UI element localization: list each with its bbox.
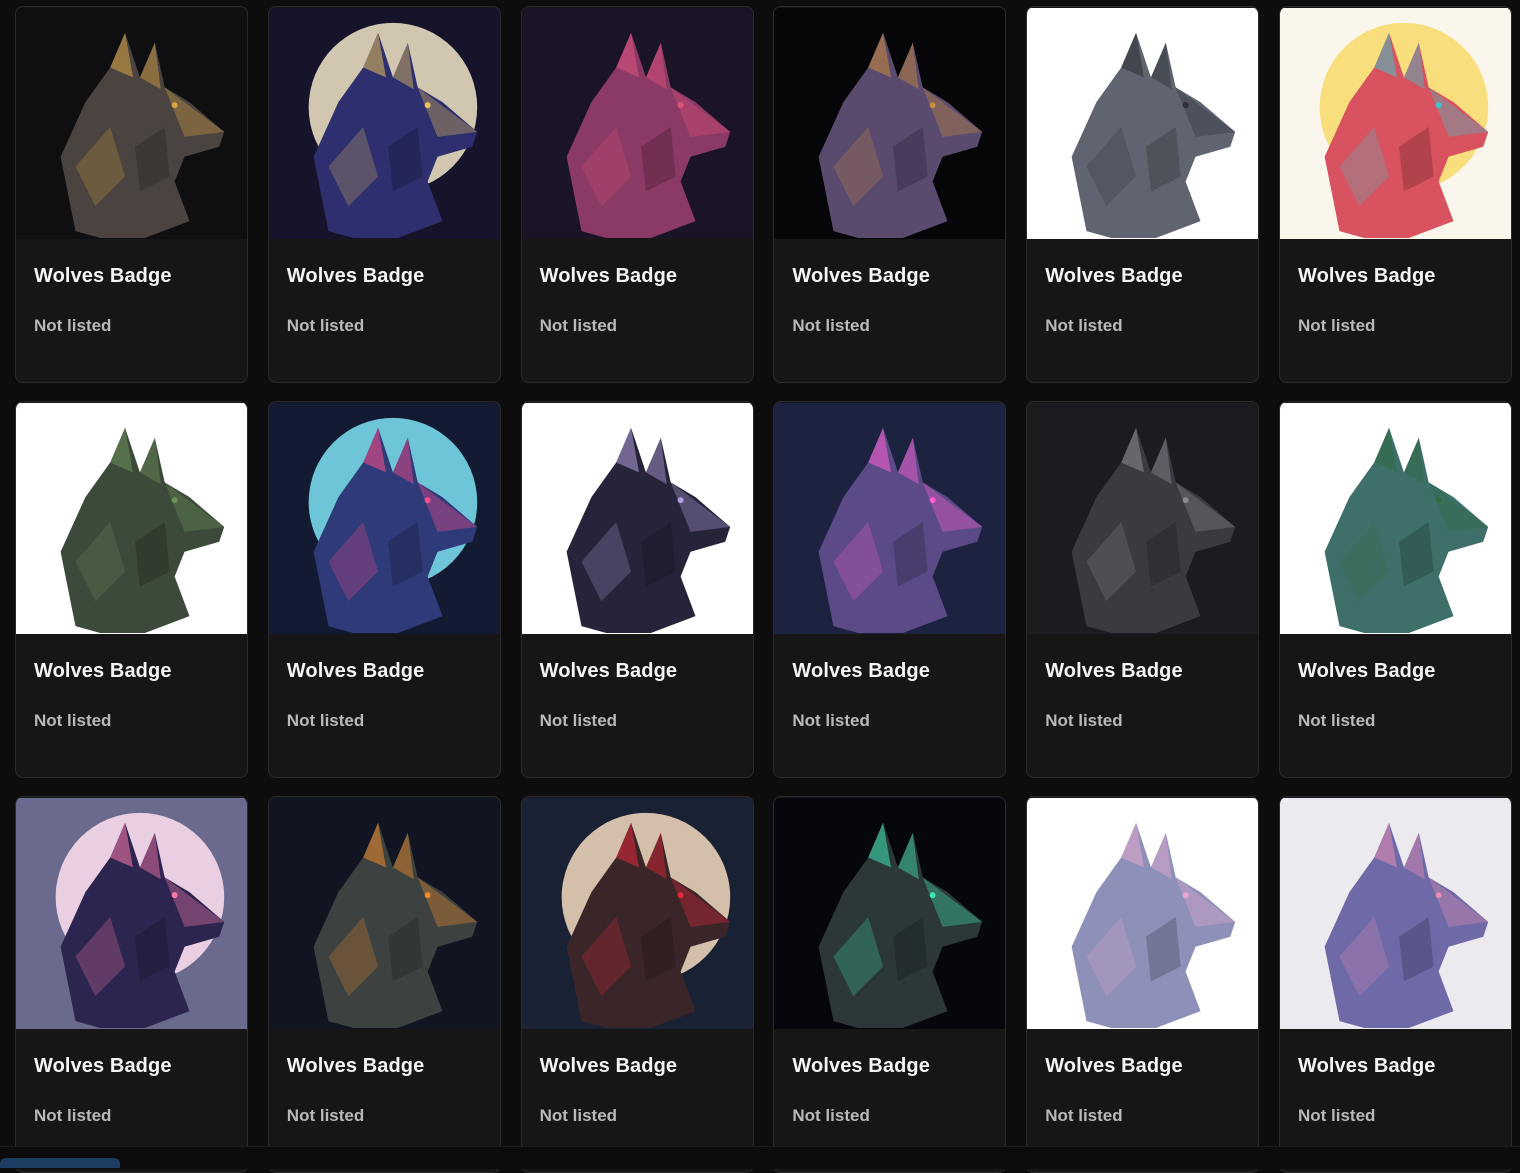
badge-title: Wolves Badge	[286, 1055, 425, 1077]
badge-listing-status: Not listed	[286, 1106, 365, 1125]
wolf-orange-shards-icon[interactable]	[268, 797, 500, 1030]
wolf-forest-teal-icon[interactable]	[1279, 402, 1511, 635]
badge-listing-status: Not listed	[539, 1106, 618, 1125]
badge-title: Wolves Badge	[539, 660, 678, 682]
badge-listing-status: Not listed	[34, 316, 112, 335]
wolf-cyan-moon-icon[interactable]	[268, 402, 500, 635]
badge-listing-status: Not listed	[34, 711, 112, 730]
badge-listing-status: Not listed	[1297, 1106, 1376, 1125]
badge-title: Wolves Badge	[792, 1055, 930, 1077]
badge-card[interactable]: Wolves Badge Not listed	[15, 796, 248, 1173]
wolf-rainbow-icon[interactable]	[1279, 7, 1511, 240]
badge-listing-status: Not listed	[539, 316, 618, 335]
badge-listing-status: Not listed	[539, 711, 618, 730]
badge-listing-status: Not listed	[792, 316, 870, 335]
wolf-steampunk-icon[interactable]	[774, 7, 1006, 240]
badge-title: Wolves Badge	[539, 1055, 678, 1077]
badge-card[interactable]: Wolves Badge Not listed	[1278, 6, 1512, 383]
badge-card[interactable]: Wolves Badge Not listed	[267, 401, 501, 778]
badge-card[interactable]: Wolves Badge Not listed	[1026, 6, 1260, 383]
badge-listing-status: Not listed	[34, 1106, 112, 1125]
badge-listing-status: Not listed	[792, 711, 870, 730]
badge-listing-status: Not listed	[792, 1106, 870, 1125]
wolf-crown-dark-icon[interactable]	[16, 7, 247, 240]
wolf-pastel-forest-icon[interactable]	[1027, 797, 1259, 1030]
wolf-lavender-geometric-icon[interactable]	[1279, 797, 1511, 1030]
badge-title: Wolves Badge	[1297, 1055, 1436, 1077]
wolf-dark-snarl-icon[interactable]	[1027, 402, 1259, 635]
wolf-neon-glitch-icon[interactable]	[774, 402, 1006, 635]
badge-listing-status: Not listed	[1297, 711, 1376, 730]
wolf-gray-howling-icon[interactable]	[1027, 7, 1259, 240]
badge-title: Wolves Badge	[792, 660, 930, 682]
badge-title: Wolves Badge	[1045, 660, 1183, 682]
badge-title: Wolves Badge	[34, 1055, 172, 1077]
badge-card[interactable]: Wolves Badge Not listed	[520, 796, 754, 1173]
badge-title: Wolves Badge	[1045, 1055, 1183, 1077]
bottom-tab[interactable]	[0, 1158, 120, 1168]
badge-listing-status: Not listed	[1045, 1106, 1123, 1125]
badge-card[interactable]: Wolves Badge Not listed	[520, 401, 754, 778]
badge-card[interactable]: Wolves Badge Not listed	[267, 796, 501, 1173]
badge-card[interactable]: Wolves Badge Not listed	[1278, 401, 1512, 778]
badge-title: Wolves Badge	[34, 660, 172, 682]
badge-title: Wolves Badge	[286, 265, 425, 287]
badge-card[interactable]: Wolves Badge Not listed	[520, 6, 754, 383]
badge-card[interactable]: Wolves Badge Not listed	[1026, 796, 1260, 1173]
badge-card[interactable]: Wolves Badge Not listed	[15, 6, 248, 383]
badge-card[interactable]: Wolves Badge Not listed	[773, 796, 1007, 1173]
badge-title: Wolves Badge	[792, 265, 930, 287]
badge-listing-status: Not listed	[1045, 316, 1123, 335]
badge-listing-status: Not listed	[1297, 316, 1376, 335]
badge-title: Wolves Badge	[539, 265, 678, 287]
badge-listing-status: Not listed	[286, 711, 365, 730]
badge-title: Wolves Badge	[1297, 265, 1436, 287]
wolf-pink-cards-icon[interactable]	[521, 7, 753, 240]
badge-title: Wolves Badge	[1045, 265, 1183, 287]
wolf-teal-mechanical-icon[interactable]	[774, 797, 1006, 1030]
badge-card[interactable]: Wolves Badge Not listed	[15, 401, 248, 778]
wolf-forest-green-icon[interactable]	[16, 402, 247, 635]
badge-grid: Wolves Badge Not listed Wolves Badge Not l…	[15, 6, 1512, 1173]
badge-title: Wolves Badge	[1297, 660, 1436, 682]
badge-title: Wolves Badge	[34, 265, 172, 287]
wolf-red-moon-icon[interactable]	[521, 797, 753, 1030]
badge-card[interactable]: Wolves Badge Not listed	[1026, 401, 1260, 778]
badge-card[interactable]: Wolves Badge Not listed	[773, 401, 1007, 778]
badge-card[interactable]: Wolves Badge Not listed	[267, 6, 501, 383]
badge-listing-status: Not listed	[1045, 711, 1123, 730]
badge-card[interactable]: Wolves Badge Not listed	[773, 6, 1007, 383]
badge-card[interactable]: Wolves Badge Not listed	[1278, 796, 1512, 1173]
wolf-dark-geometric-icon[interactable]	[521, 402, 753, 635]
wolf-crown-moon-icon[interactable]	[268, 7, 500, 240]
wolf-cosmic-burst-icon[interactable]	[16, 797, 247, 1030]
badge-title: Wolves Badge	[286, 660, 425, 682]
badge-listing-status: Not listed	[286, 316, 365, 335]
bottom-bar	[0, 1146, 1520, 1169]
